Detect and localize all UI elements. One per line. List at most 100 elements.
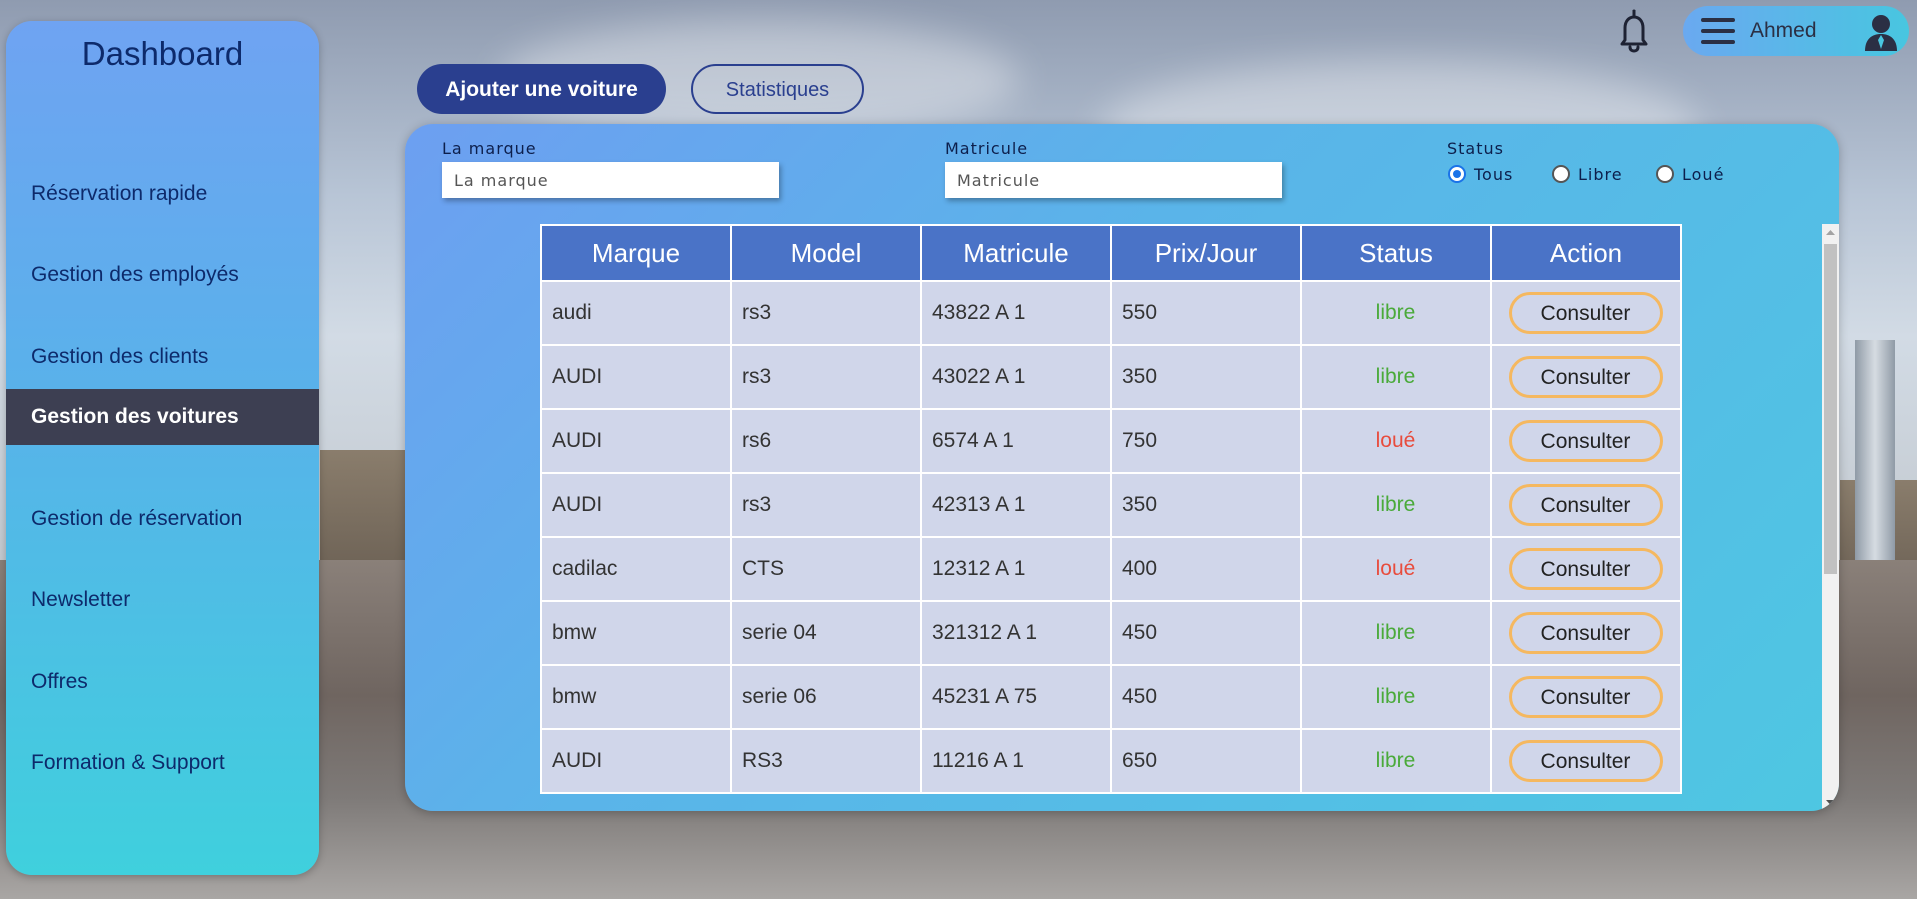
cell-action: Consulter bbox=[1490, 472, 1682, 538]
column-header-marque: Marque bbox=[540, 224, 732, 282]
cell-marque: bmw bbox=[540, 600, 732, 666]
cell-marque: cadilac bbox=[540, 536, 732, 602]
cell-marque: bmw bbox=[540, 664, 732, 730]
radio-button[interactable] bbox=[1656, 165, 1674, 183]
cell-status: loué bbox=[1300, 408, 1492, 474]
statistics-button[interactable]: Statistiques bbox=[691, 64, 864, 114]
cell-matricule: 6574 A 1 bbox=[920, 408, 1112, 474]
cell-status: libre bbox=[1300, 728, 1492, 794]
bell-icon[interactable] bbox=[1612, 8, 1656, 54]
cell-status: libre bbox=[1300, 344, 1492, 410]
cell-matricule: 321312 A 1 bbox=[920, 600, 1112, 666]
cell-status: loué bbox=[1300, 536, 1492, 602]
cell-matricule: 42313 A 1 bbox=[920, 472, 1112, 538]
cell-status: libre bbox=[1300, 664, 1492, 730]
cars-table-container[interactable]: Marque Model Matricule Prix/Jour Status … bbox=[540, 224, 1682, 811]
consult-button[interactable]: Consulter bbox=[1508, 356, 1663, 398]
consult-button[interactable]: Consulter bbox=[1508, 292, 1663, 334]
column-header-prix: Prix/Jour bbox=[1110, 224, 1302, 282]
cell-matricule: 12312 A 1 bbox=[920, 536, 1112, 602]
scroll-up-arrow-icon[interactable] bbox=[1822, 224, 1839, 241]
sidebar-item-clients[interactable]: Gestion des clients bbox=[6, 329, 319, 385]
sidebar-item-offres[interactable]: Offres bbox=[6, 654, 319, 710]
status-radio-tous[interactable]: Tous bbox=[1448, 162, 1513, 186]
cell-model: rs6 bbox=[730, 408, 922, 474]
status-option-label: Libre bbox=[1578, 164, 1623, 184]
add-car-button[interactable]: Ajouter une voiture bbox=[417, 64, 666, 114]
cell-marque: AUDI bbox=[540, 728, 732, 794]
table-row: AUDI rs3 43022 A 1 350 libre Consulter bbox=[540, 344, 1682, 410]
cell-action: Consulter bbox=[1490, 600, 1682, 666]
table-row: audi rs3 43822 A 1 550 libre Consulter bbox=[540, 280, 1682, 346]
cell-prix: 350 bbox=[1110, 344, 1302, 410]
consult-button[interactable]: Consulter bbox=[1508, 548, 1663, 590]
consult-button[interactable]: Consulter bbox=[1508, 420, 1663, 462]
consult-button[interactable]: Consulter bbox=[1508, 612, 1663, 654]
cell-marque: AUDI bbox=[540, 344, 732, 410]
brand-filter-input[interactable] bbox=[442, 162, 779, 198]
cell-prix: 400 bbox=[1110, 536, 1302, 602]
cell-model: CTS bbox=[730, 536, 922, 602]
cars-table: Marque Model Matricule Prix/Jour Status … bbox=[540, 224, 1682, 794]
cell-matricule: 45231 A 75 bbox=[920, 664, 1112, 730]
consult-button[interactable]: Consulter bbox=[1508, 676, 1663, 718]
cell-marque: AUDI bbox=[540, 472, 732, 538]
sidebar-item-voitures[interactable]: Gestion des voitures bbox=[6, 389, 319, 445]
user-menu[interactable]: Ahmed bbox=[1683, 6, 1909, 56]
cell-prix: 550 bbox=[1110, 280, 1302, 346]
user-avatar-icon[interactable] bbox=[1863, 13, 1899, 51]
sidebar-item-reservation[interactable]: Gestion de réservation bbox=[6, 491, 319, 547]
table-row: AUDI rs3 42313 A 1 350 libre Consulter bbox=[540, 472, 1682, 538]
sidebar-item-formation-support[interactable]: Formation & Support bbox=[6, 735, 319, 791]
cell-status: libre bbox=[1300, 280, 1492, 346]
column-header-status: Status bbox=[1300, 224, 1492, 282]
sidebar-item-newsletter[interactable]: Newsletter bbox=[6, 572, 319, 628]
cell-action: Consulter bbox=[1490, 408, 1682, 474]
cell-action: Consulter bbox=[1490, 664, 1682, 730]
scroll-down-arrow-icon[interactable] bbox=[1822, 794, 1839, 811]
consult-button[interactable]: Consulter bbox=[1508, 484, 1663, 526]
table-row: AUDI rs6 6574 A 1 750 loué Consulter bbox=[540, 408, 1682, 474]
table-scrollbar[interactable] bbox=[1822, 224, 1839, 811]
status-radio-loue[interactable]: Loué bbox=[1656, 162, 1724, 186]
sidebar-title: Dashboard bbox=[81, 35, 244, 72]
cell-status: libre bbox=[1300, 600, 1492, 666]
radio-button[interactable] bbox=[1552, 165, 1570, 183]
cell-model: rs3 bbox=[730, 472, 922, 538]
user-name: Ahmed bbox=[1750, 19, 1817, 42]
cell-status: libre bbox=[1300, 472, 1492, 538]
table-row: AUDI RS3 11216 A 1 650 libre Consulter bbox=[540, 728, 1682, 794]
cell-model: serie 06 bbox=[730, 664, 922, 730]
column-header-matricule: Matricule bbox=[920, 224, 1112, 282]
plate-filter-label: Matricule bbox=[945, 139, 1029, 158]
table-row: bmw serie 06 45231 A 75 450 libre Consulter bbox=[540, 664, 1682, 730]
sidebar-item-employes[interactable]: Gestion des employés bbox=[6, 247, 319, 303]
table-row: bmw serie 04 321312 A 1 450 libre Consulter bbox=[540, 600, 1682, 666]
brand-filter-label: La marque bbox=[442, 139, 537, 158]
cell-action: Consulter bbox=[1490, 344, 1682, 410]
plate-filter-input[interactable] bbox=[945, 162, 1282, 198]
cell-action: Consulter bbox=[1490, 280, 1682, 346]
status-radio-libre[interactable]: Libre bbox=[1552, 162, 1623, 186]
sidebar: Dashboard Réservation rapide Gestion des… bbox=[6, 21, 319, 875]
consult-button[interactable]: Consulter bbox=[1508, 740, 1663, 782]
sidebar-item-reservation-rapide[interactable]: Réservation rapide bbox=[6, 166, 319, 222]
status-option-label: Loué bbox=[1682, 164, 1725, 184]
hamburger-icon[interactable] bbox=[1701, 18, 1735, 46]
cell-model: rs3 bbox=[730, 280, 922, 346]
scrollbar-thumb[interactable] bbox=[1824, 244, 1837, 574]
cell-matricule: 43022 A 1 bbox=[920, 344, 1112, 410]
radio-button-checked[interactable] bbox=[1448, 165, 1466, 183]
cell-action: Consulter bbox=[1490, 728, 1682, 794]
cell-prix: 450 bbox=[1110, 664, 1302, 730]
table-row: cadilac CTS 12312 A 1 400 loué Consulter bbox=[540, 536, 1682, 602]
table-header-row: Marque Model Matricule Prix/Jour Status … bbox=[540, 224, 1682, 282]
table-body: audi rs3 43822 A 1 550 libre Consulter AUDI rs3… bbox=[540, 280, 1682, 794]
cell-marque: AUDI bbox=[540, 408, 732, 474]
cell-matricule: 43822 A 1 bbox=[920, 280, 1112, 346]
cell-marque: audi bbox=[540, 280, 732, 346]
cell-model: RS3 bbox=[730, 728, 922, 794]
cell-model: rs3 bbox=[730, 344, 922, 410]
cell-model: serie 04 bbox=[730, 600, 922, 666]
cell-prix: 750 bbox=[1110, 408, 1302, 474]
